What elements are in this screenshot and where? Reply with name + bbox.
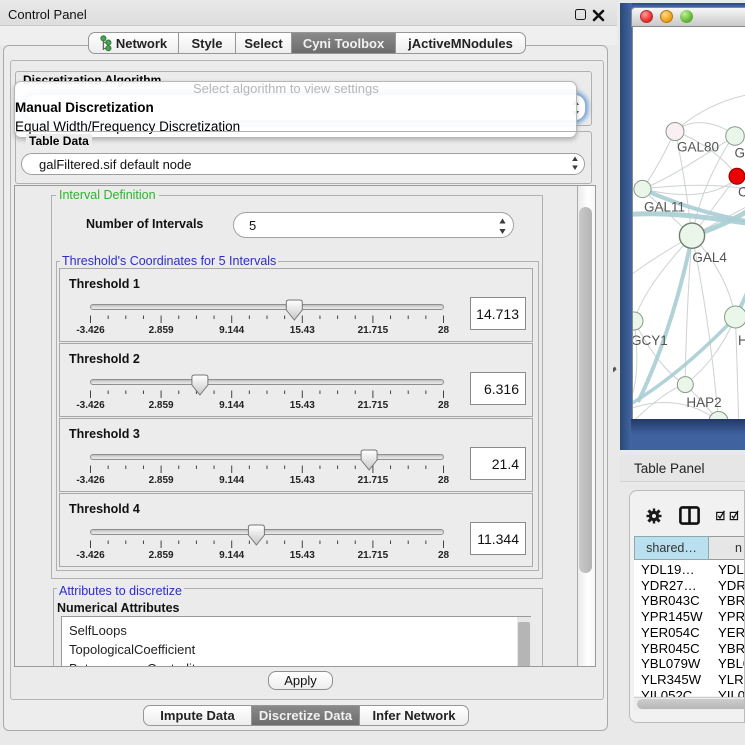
- svg-text:GAL11: GAL11: [644, 200, 685, 215]
- svg-text:GAL7: GAL7: [735, 146, 745, 161]
- svg-text:GAL80: GAL80: [677, 140, 719, 155]
- svg-text:GCY1: GCY1: [633, 333, 668, 348]
- svg-text:CY: CY: [738, 185, 745, 200]
- svg-text:HAP2: HAP2: [686, 395, 721, 410]
- svg-text:GAL4: GAL4: [692, 250, 727, 265]
- svg-text:H: H: [738, 333, 745, 348]
